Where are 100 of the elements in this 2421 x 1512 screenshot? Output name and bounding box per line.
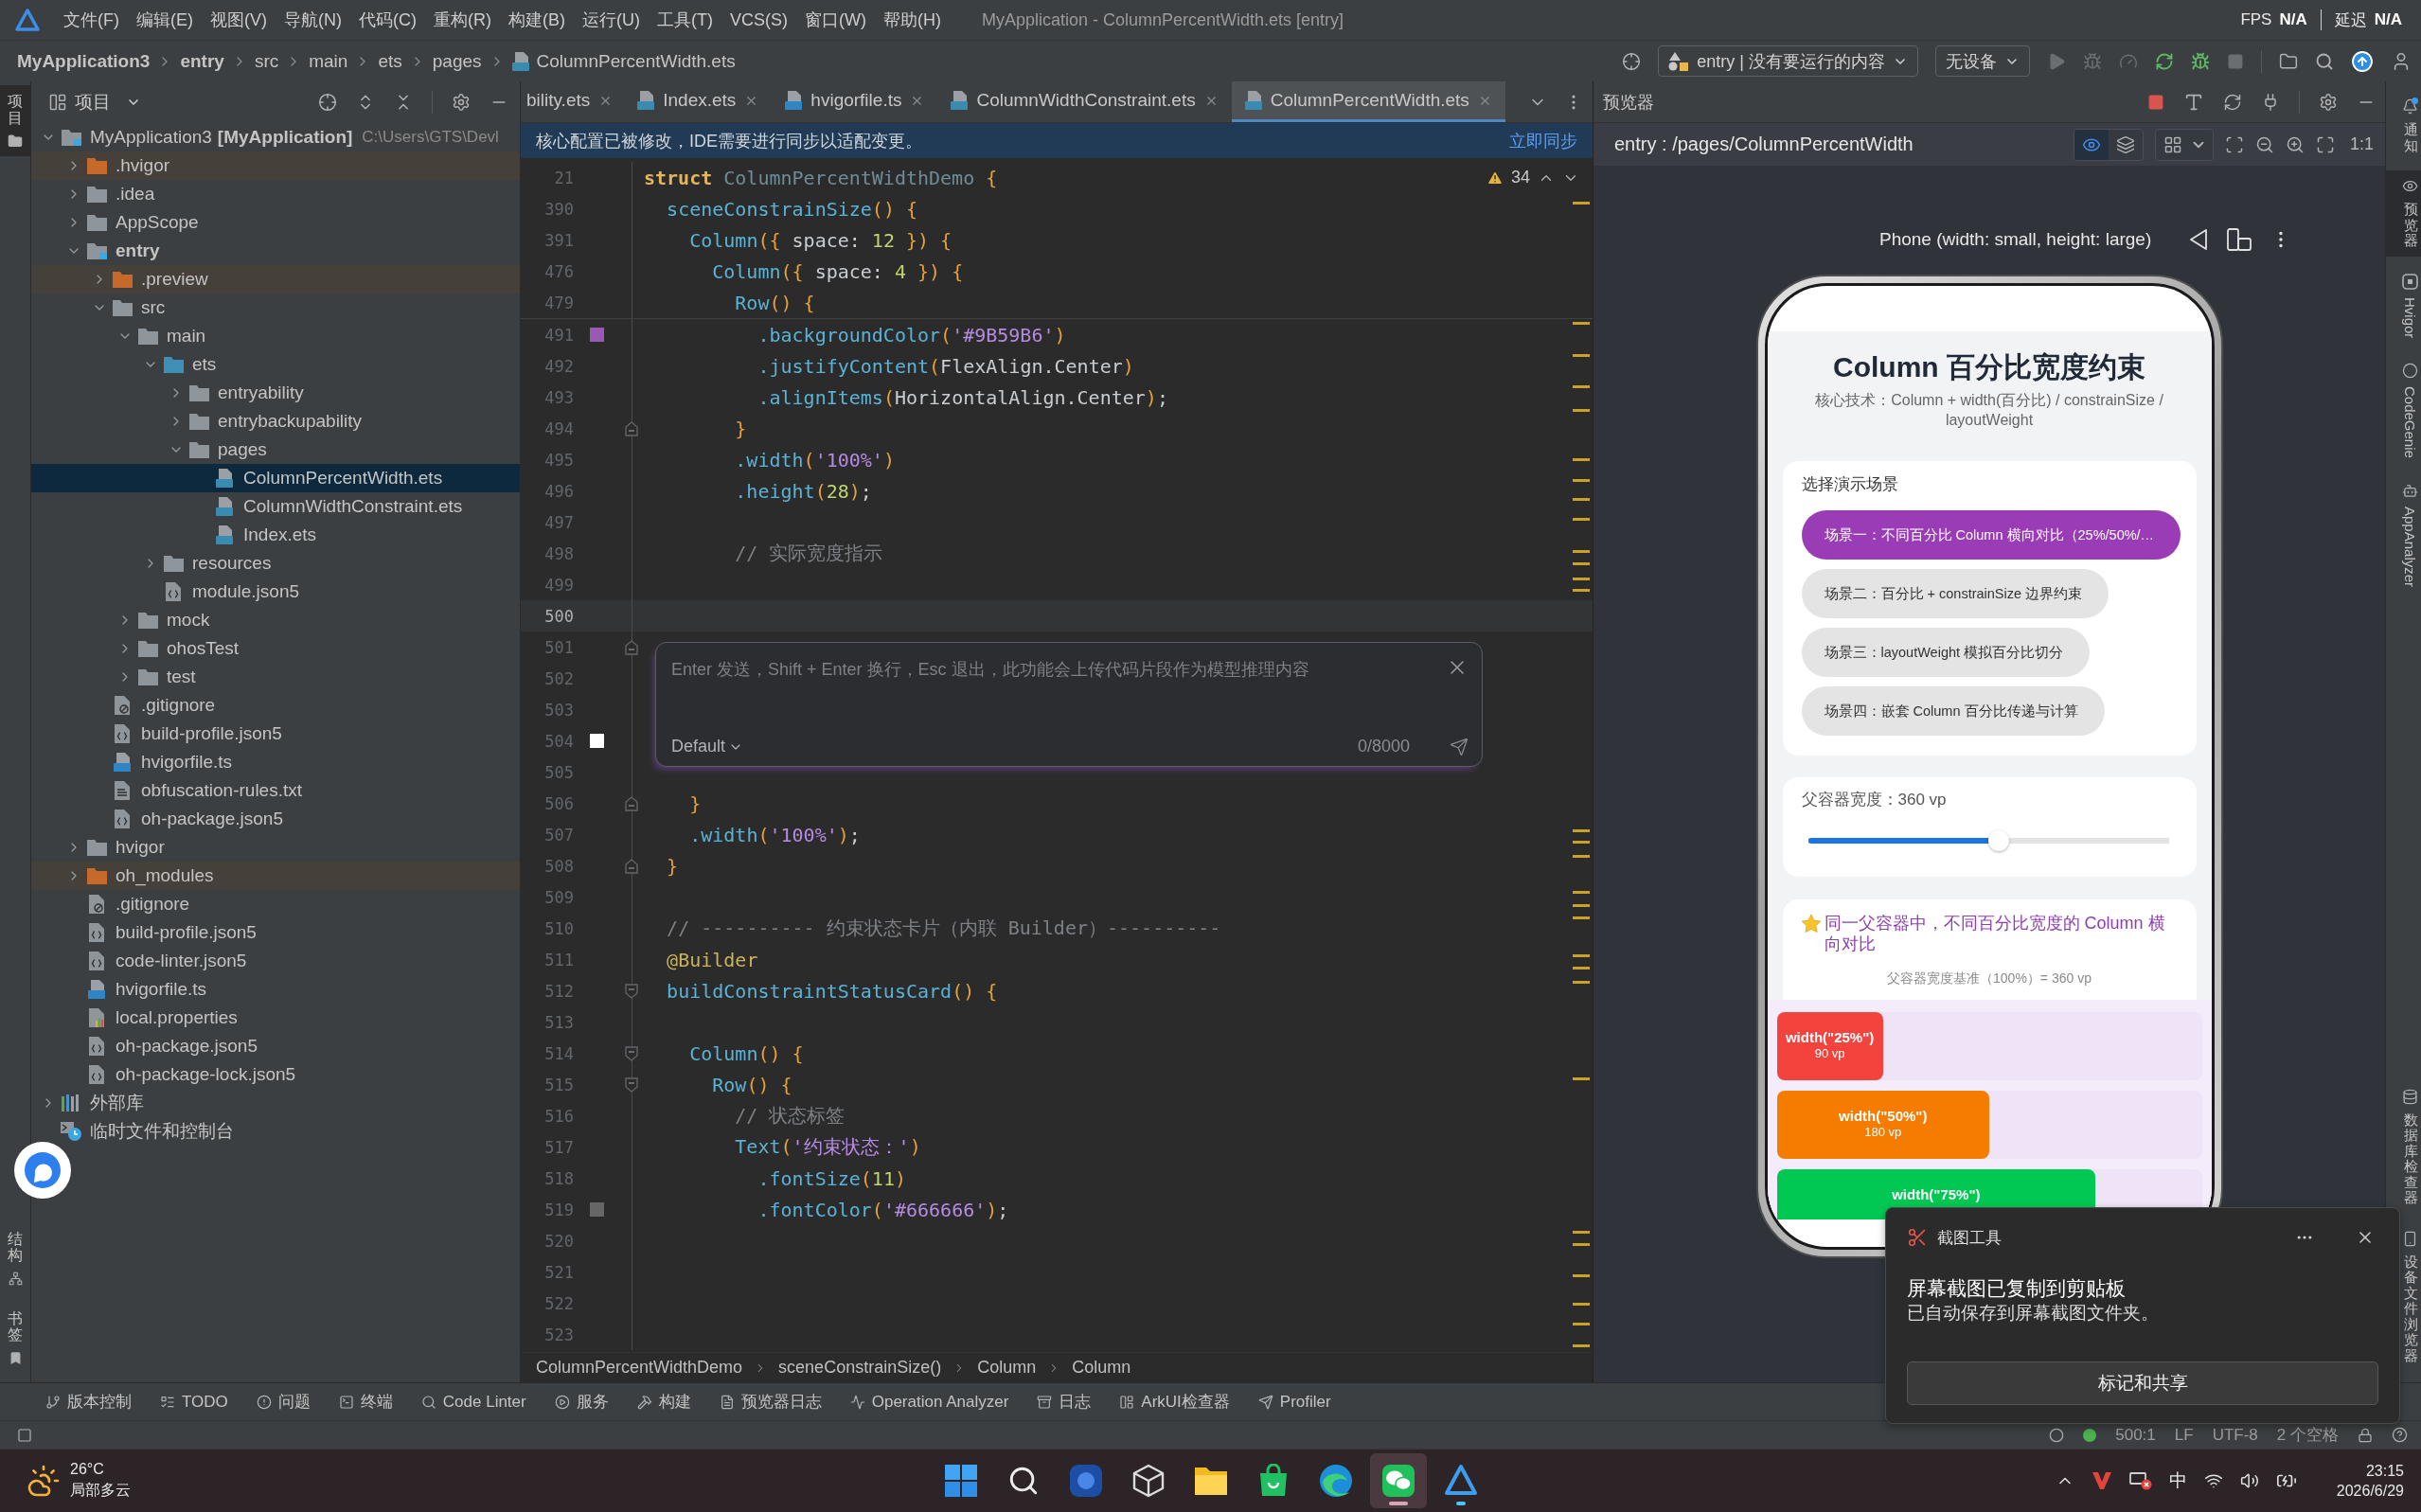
editor-tab[interactable]: Index.ets <box>624 81 773 122</box>
triangle-left-icon[interactable] <box>2189 229 2209 250</box>
tree-item[interactable]: AppScope <box>31 208 520 237</box>
tool-window-button[interactable]: 服务 <box>554 1391 609 1413</box>
tree-item[interactable]: hvigorfile.ts <box>31 975 520 1004</box>
upload-icon[interactable] <box>2351 49 2374 73</box>
breadcrumb-item[interactable]: pages <box>432 50 482 72</box>
input-method-indicator[interactable]: 中 <box>2168 1468 2187 1493</box>
breadcrumb-item[interactable]: main <box>309 50 348 72</box>
model-dropdown[interactable]: Default <box>669 737 746 756</box>
menu-item[interactable]: 重构(R) <box>425 9 500 31</box>
breadcrumb-item[interactable]: MyApplication3 <box>17 50 151 72</box>
tool-window-button[interactable]: 版本控制 <box>45 1391 132 1413</box>
menu-item[interactable]: 帮助(H) <box>874 9 950 31</box>
tree-item[interactable]: Index.ets <box>31 521 520 549</box>
tree-item[interactable]: ohosTest <box>31 634 520 663</box>
menu-item[interactable]: 运行(U) <box>574 9 649 31</box>
disconnected-icon[interactable] <box>2128 1471 2152 1490</box>
refresh-icon[interactable] <box>2223 92 2242 112</box>
slider-thumb[interactable] <box>1988 830 2010 851</box>
tool-window-button[interactable]: Operation Analyzer <box>849 1392 1009 1412</box>
search-icon[interactable] <box>2315 51 2334 71</box>
run-config-dropdown[interactable]: entry | 没有要运行的内容 <box>1658 45 1918 77</box>
v-shape-icon[interactable] <box>2091 1471 2112 1490</box>
tree-item[interactable]: src <box>31 294 520 322</box>
clock-time[interactable]: 23:15 <box>2365 1462 2404 1480</box>
editor-tab[interactable]: hvigorfile.ts <box>772 81 938 122</box>
inspect-toggle[interactable] <box>2074 129 2109 160</box>
tree-item[interactable]: .gitignore <box>31 890 520 918</box>
tree-item[interactable]: oh-package.json5 <box>31 1032 520 1060</box>
tree-item[interactable]: ets <box>31 350 520 379</box>
tree-item[interactable]: module.json5 <box>31 578 520 606</box>
zoom-out-icon[interactable] <box>2254 134 2274 154</box>
grid-icon[interactable] <box>2163 134 2182 154</box>
refresh-icon[interactable] <box>2155 51 2174 71</box>
tree-item[interactable]: .gitignore <box>31 691 520 720</box>
tool-window-button[interactable]: TODO <box>160 1392 228 1412</box>
fit-icon[interactable] <box>2315 134 2335 154</box>
tree-item[interactable]: local.properties <box>31 1004 520 1032</box>
device-dropdown[interactable]: 无设备 <box>1935 45 2030 77</box>
tool-window-button[interactable]: 预览器日志 <box>719 1391 822 1413</box>
menu-item[interactable]: 导航(N) <box>276 9 350 31</box>
help-icon[interactable] <box>2392 1427 2408 1443</box>
tool-window-tab[interactable]: 数据库检查器 <box>2386 1080 2421 1214</box>
tree-item[interactable]: oh-package-lock.json5 <box>31 1060 520 1089</box>
line-ending[interactable]: LF <box>2174 1425 2194 1445</box>
fold-marker-icon[interactable] <box>625 858 638 874</box>
fold-marker-icon[interactable] <box>625 795 638 811</box>
menu-item[interactable]: 视图(V) <box>202 9 276 31</box>
tree-item[interactable]: oh_modules <box>31 862 520 890</box>
breadcrumb-item[interactable]: entry <box>180 50 224 72</box>
tool-window-button[interactable]: Code Linter <box>420 1392 526 1412</box>
frame-icon[interactable] <box>2224 134 2244 154</box>
stop-icon[interactable] <box>2147 93 2164 111</box>
rotate-device-icon[interactable] <box>2227 228 2252 251</box>
wifi-icon[interactable] <box>2203 1471 2223 1490</box>
tool-window-tab[interactable]: AppAnalyzer <box>2386 474 2421 595</box>
fold-marker-icon[interactable] <box>625 983 638 999</box>
warning-count[interactable]: 34 <box>1510 168 1530 187</box>
color-swatch-icon[interactable] <box>589 734 604 748</box>
tree-item[interactable]: test <box>31 663 520 691</box>
fold-marker-icon[interactable] <box>625 1045 638 1061</box>
scene-chip[interactable]: 场景四：嵌套 Column 百分比传递与计算 <box>1801 686 2105 736</box>
breadcrumb-item[interactable]: ColumnPercentWidthDemo <box>536 1358 743 1378</box>
folder-icon[interactable] <box>2279 51 2298 71</box>
menu-item[interactable]: VCS(S) <box>721 9 796 30</box>
menu-item[interactable]: 代码(C) <box>350 9 425 31</box>
editor-tab[interactable]: bility.ets <box>521 81 625 122</box>
scene-chip[interactable]: 场景一：不同百分比 Column 横向对比（25%/50%/… <box>1801 510 2181 560</box>
tool-window-button[interactable]: 构建 <box>636 1391 691 1413</box>
tree-item[interactable]: obfuscation-rules.txt <box>31 776 520 805</box>
breadcrumb-item[interactable]: sceneConstrainSize() <box>778 1358 942 1378</box>
lock-icon[interactable] <box>2358 1427 2373 1443</box>
fold-marker-icon[interactable] <box>625 639 638 655</box>
breadcrumb-item[interactable]: src <box>254 50 279 72</box>
tool-window-button[interactable]: 问题 <box>256 1391 311 1413</box>
send-icon[interactable] <box>1450 737 1469 756</box>
mark-and-share-button[interactable]: 标记和共享 <box>1907 1361 2378 1405</box>
file-encoding[interactable]: UTF-8 <box>2212 1425 2258 1445</box>
tool-window-button[interactable]: 日志 <box>1037 1391 1092 1413</box>
menu-item[interactable]: 工具(T) <box>649 9 721 31</box>
weather-condition[interactable]: 局部多云 <box>70 1481 131 1501</box>
fold-marker-icon[interactable] <box>625 420 638 436</box>
speaker-icon[interactable] <box>2239 1471 2259 1490</box>
menu-item[interactable]: 窗口(W) <box>796 9 875 31</box>
tool-window-tab[interactable]: 书签 <box>0 1302 30 1373</box>
zoom-in-icon[interactable] <box>2285 134 2305 154</box>
tool-window-button[interactable]: Profiler <box>1257 1392 1331 1412</box>
tree-item[interactable]: entry <box>31 237 520 265</box>
tree-item[interactable]: mock <box>31 606 520 634</box>
taskbar-app-button[interactable] <box>1369 1453 1427 1508</box>
target-icon[interactable] <box>318 93 337 112</box>
editor-tab[interactable]: ColumnWidthConstraint.ets <box>937 81 1232 122</box>
tree-item[interactable]: hvigorfile.ts <box>31 748 520 776</box>
tool-window-tab[interactable]: CodeGenie <box>2386 354 2421 466</box>
menu-item[interactable]: 编辑(E) <box>128 9 202 31</box>
breadcrumb-item[interactable]: ColumnPercentWidth.ets <box>536 50 736 72</box>
view-dropdown[interactable]: 项目 <box>75 90 141 115</box>
menu-item[interactable]: 构建(B) <box>500 9 574 31</box>
tree-item[interactable]: hvigor <box>31 833 520 862</box>
